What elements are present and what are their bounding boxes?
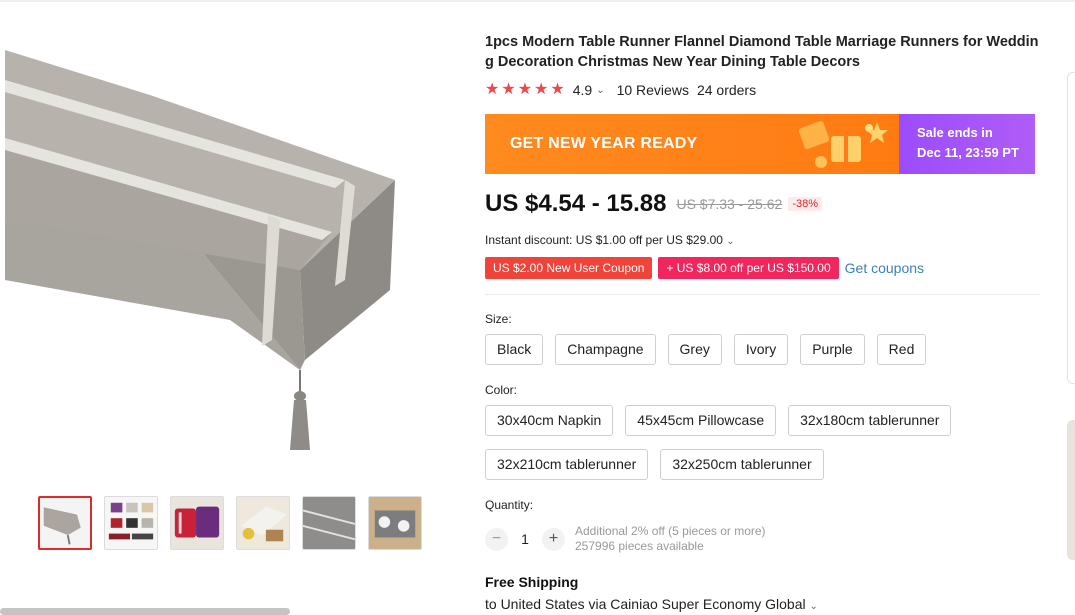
- instant-discount-text: Instant discount: US $1.00 off per US $2…: [485, 233, 723, 247]
- instant-discount[interactable]: Instant discount: US $1.00 off per US $2…: [485, 233, 735, 247]
- thumbnail-4[interactable]: [236, 496, 290, 550]
- promo-banner[interactable]: GET NEW YEAR READY Sale ends in Dec 11, …: [485, 114, 1035, 174]
- chevron-down-icon[interactable]: ⌄: [726, 236, 734, 247]
- discount-badge: -38%: [788, 197, 822, 211]
- recommendation-card-edge[interactable]: [1067, 72, 1075, 384]
- get-coupons-link[interactable]: Get coupons: [845, 260, 924, 276]
- thumbnail-6[interactable]: [368, 496, 422, 550]
- chevron-down-icon[interactable]: ⌄: [596, 85, 604, 96]
- recommendation-card-edge[interactable]: [1067, 420, 1075, 560]
- shipping-title: Free Shipping: [485, 574, 579, 590]
- color-option-runner-180[interactable]: 32x180cm tablerunner: [788, 405, 952, 436]
- shipping-detail-text: to United States via Cainiao Super Econo…: [485, 596, 806, 612]
- product-title: 1pcs Modern Table Runner Flannel Diamond…: [485, 34, 1039, 70]
- quantity-decrease-button[interactable]: −: [485, 527, 508, 551]
- bulk-discount-note: Additional 2% off (5 pieces or more): [575, 524, 766, 538]
- thumbnail-3[interactable]: [170, 496, 224, 550]
- star-icon: ★: [550, 81, 565, 98]
- size-option-red[interactable]: Red: [876, 334, 927, 365]
- stock-available: 257996 pieces available: [575, 539, 704, 553]
- size-options: Black Champagne Grey Ivory Purple Red: [485, 334, 927, 365]
- sale-timer: Sale ends in Dec 11, 23:59 PT: [899, 114, 1035, 174]
- color-options-row-1: 30x40cm Napkin 45x45cm Pillowcase 32x180…: [485, 405, 952, 436]
- product-info: 1pcs Modern Table Runner Flannel Diamond…: [485, 32, 1040, 612]
- color-label: Color:: [485, 383, 518, 397]
- quantity-info: Additional 2% off (5 pieces or more) 257…: [575, 524, 766, 554]
- size-label: Size:: [485, 312, 512, 326]
- shipping-detail[interactable]: to United States via Cainiao Super Econo…: [485, 596, 818, 612]
- size-option-grey[interactable]: Grey: [667, 334, 722, 365]
- store-coupon[interactable]: + US $8.00 off per US $150.00: [658, 257, 839, 279]
- rating-stars: ★ ★ ★ ★ ★: [485, 82, 565, 98]
- color-option-napkin[interactable]: 30x40cm Napkin: [485, 405, 614, 436]
- main-product-image[interactable]: [0, 20, 440, 470]
- star-icon: ★: [485, 81, 500, 98]
- promo-headline: GET NEW YEAR READY: [510, 135, 698, 152]
- size-option-purple[interactable]: Purple: [800, 334, 865, 365]
- quantity-increase-button[interactable]: +: [542, 527, 565, 551]
- sale-ends-label: Sale ends in: [917, 125, 993, 140]
- new-user-coupon[interactable]: US $2.00 New User Coupon: [485, 257, 653, 279]
- thumbnail-1[interactable]: [38, 496, 92, 550]
- size-option-ivory[interactable]: Ivory: [733, 334, 789, 365]
- sale-ends-date: Dec 11, 23:59 PT: [917, 145, 1019, 160]
- thumbnail-5[interactable]: [302, 496, 356, 550]
- size-option-champagne[interactable]: Champagne: [555, 334, 656, 365]
- color-option-pillowcase[interactable]: 45x45cm Pillowcase: [625, 405, 777, 436]
- orders-count: 24 orders: [696, 82, 757, 98]
- current-price: US $4.54 - 15.88: [485, 190, 667, 217]
- rating-score[interactable]: 4.9: [573, 82, 592, 98]
- color-options-row-2: 32x210cm tablerunner 32x250cm tablerunne…: [485, 449, 824, 480]
- thumbnail-strip: [38, 496, 422, 550]
- section-divider: [485, 294, 1040, 295]
- size-option-black[interactable]: Black: [485, 334, 544, 365]
- quantity-stepper: − 1 + Additional 2% off (5 pieces or mor…: [485, 524, 766, 554]
- coupon-row: US $2.00 New User Coupon + US $8.00 off …: [485, 257, 924, 279]
- star-icon: ★: [534, 81, 549, 98]
- color-option-runner-250[interactable]: 32x250cm tablerunner: [660, 449, 824, 480]
- reviews-link[interactable]: 10 Reviews: [617, 82, 689, 98]
- gift-decoration-icon: [798, 121, 888, 168]
- rating-row: ★ ★ ★ ★ ★ 4.9 ⌄ 10 Reviews 24 orders: [485, 82, 1040, 99]
- thumbnail-2[interactable]: [104, 496, 158, 550]
- star-icon: ★: [501, 81, 516, 98]
- top-divider: [0, 0, 1075, 2]
- original-price: US $7.33 - 25.62: [676, 196, 783, 212]
- quantity-input[interactable]: 1: [508, 531, 542, 547]
- promo-banner-left: GET NEW YEAR READY: [485, 114, 899, 174]
- color-option-runner-210[interactable]: 32x210cm tablerunner: [485, 449, 649, 480]
- price-row: US $4.54 - 15.88 US $7.33 - 25.62 -38%: [485, 190, 822, 218]
- quantity-label: Quantity:: [485, 498, 534, 512]
- star-icon: ★: [517, 81, 533, 98]
- chevron-down-icon[interactable]: ⌄: [810, 601, 818, 612]
- horizontal-scrollbar[interactable]: [0, 608, 290, 615]
